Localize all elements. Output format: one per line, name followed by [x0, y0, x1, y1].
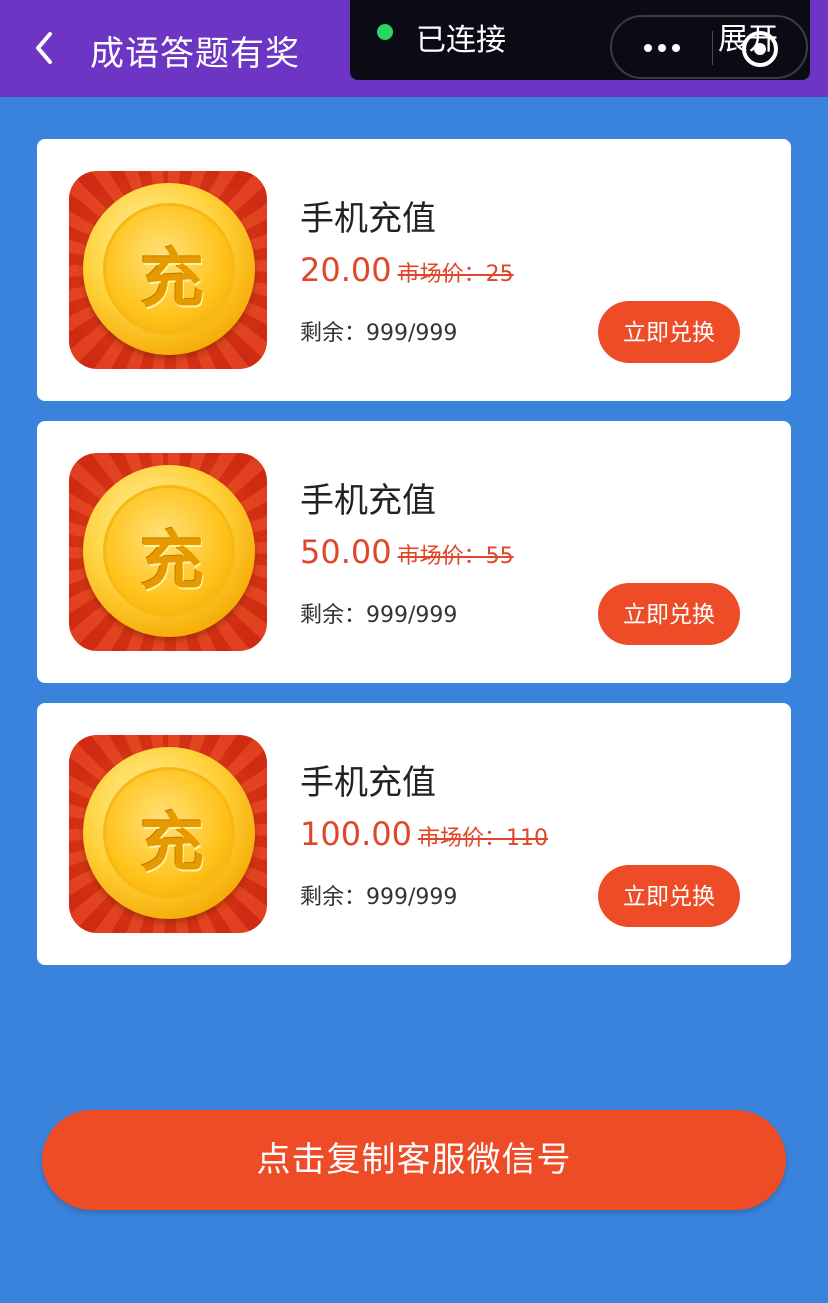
- capsule-divider: [712, 31, 713, 65]
- price-row: 100.00 市场价：110: [300, 815, 548, 853]
- price-row: 50.00 市场价：55: [300, 533, 514, 571]
- recharge-coin-icon: 充: [69, 453, 267, 651]
- connection-status-text: 已连接: [416, 23, 506, 58]
- product-card: 充 手机充值 100.00 市场价：110 剩余：999/999 立即兑换: [37, 703, 791, 965]
- recharge-coin-icon: 充: [69, 735, 267, 933]
- stock-remaining: 剩余：999/999: [300, 321, 458, 346]
- connected-status-dot-icon: [377, 24, 393, 40]
- product-card: 充 手机充值 20.00 市场价：25 剩余：999/999 立即兑换: [37, 139, 791, 401]
- product-card: 充 手机充值 50.00 市场价：55 剩余：999/999 立即兑换: [37, 421, 791, 683]
- redeem-button[interactable]: 立即兑换: [598, 865, 740, 927]
- redeem-button[interactable]: 立即兑换: [598, 301, 740, 363]
- recharge-coin-icon: 充: [69, 171, 267, 369]
- mini-program-capsule: [610, 15, 808, 79]
- expand-button[interactable]: 展开: [718, 14, 778, 58]
- more-options-icon[interactable]: [644, 38, 680, 56]
- redeem-button[interactable]: 立即兑换: [598, 583, 740, 645]
- market-price: 市场价：110: [417, 826, 548, 851]
- connection-overlay: 已连接 展开: [350, 0, 810, 80]
- stock-remaining: 剩余：999/999: [300, 885, 458, 910]
- market-price: 市场价：25: [397, 262, 514, 287]
- price-row: 20.00 市场价：25: [300, 251, 514, 289]
- navigation-bar: 成语答题有奖 已连接 展开: [0, 0, 828, 97]
- product-name: 手机充值: [300, 481, 436, 521]
- product-price: 100.00: [300, 815, 412, 853]
- product-price: 20.00: [300, 251, 392, 289]
- product-name: 手机充值: [300, 199, 436, 239]
- product-name: 手机充值: [300, 763, 436, 803]
- stock-remaining: 剩余：999/999: [300, 603, 458, 628]
- page-title: 成语答题有奖: [90, 34, 300, 74]
- product-price: 50.00: [300, 533, 392, 571]
- back-arrow-icon[interactable]: [30, 28, 60, 68]
- market-price: 市场价：55: [397, 544, 514, 569]
- copy-service-wechat-button[interactable]: 点击复制客服微信号: [42, 1110, 786, 1210]
